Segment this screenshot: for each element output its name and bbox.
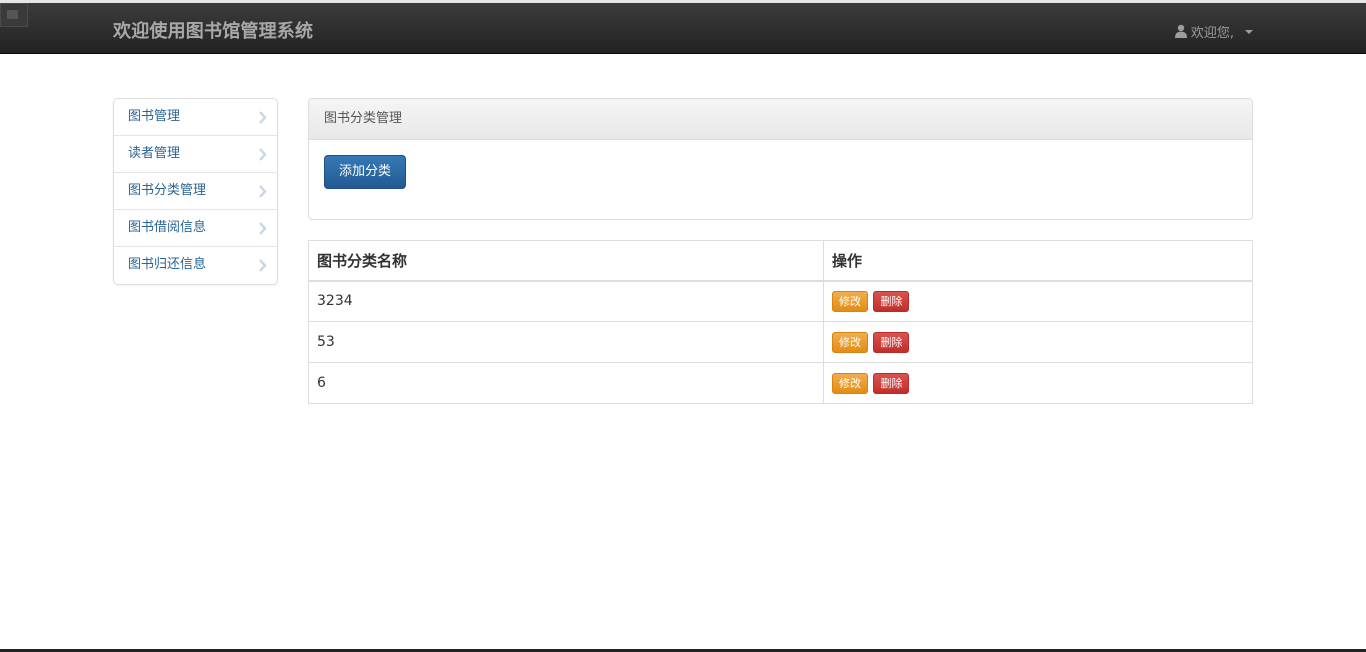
table-header-row: 图书分类名称 操作	[308, 240, 1253, 282]
sidebar-item-label: 读者管理	[128, 146, 181, 161]
sidebar-item-label: 图书归还信息	[128, 257, 207, 272]
actions-cell: 修改 删除	[823, 321, 1253, 363]
edit-button[interactable]: 修改	[832, 372, 868, 394]
sidebar-item-category-management[interactable]: 图书分类管理	[114, 173, 277, 210]
table-row: 3234 修改 删除	[308, 280, 1253, 322]
caret-down-icon	[1245, 29, 1253, 34]
category-name-cell: 53	[308, 321, 824, 363]
chevron-right-icon	[259, 111, 267, 124]
edit-button[interactable]: 修改	[832, 290, 868, 312]
category-name-cell: 6	[308, 362, 824, 404]
sidebar-item-book-management[interactable]: 图书管理	[114, 99, 277, 136]
category-name-cell: 3234	[308, 280, 824, 322]
sidebar-item-label: 图书管理	[128, 109, 181, 124]
panel-title: 图书分类管理	[309, 99, 1252, 140]
user-greeting: 欢迎您,	[1190, 25, 1234, 41]
add-category-button[interactable]: 添加分类	[324, 155, 406, 189]
column-header-category-name: 图书分类名称	[308, 240, 824, 282]
navbar: 欢迎使用图书馆管理系统 欢迎您,	[0, 3, 1366, 54]
brand-title[interactable]: 欢迎使用图书馆管理系统	[113, 17, 313, 43]
sidebar-item-label: 图书借阅信息	[128, 220, 207, 235]
delete-button[interactable]: 删除	[873, 331, 910, 353]
delete-button[interactable]: 删除	[873, 290, 910, 312]
chevron-right-icon	[259, 259, 267, 272]
sidebar-item-borrow-info[interactable]: 图书借阅信息	[114, 210, 277, 247]
user-icon	[1174, 24, 1187, 38]
category-table: 图书分类名称 操作 3234 修改 删除 53 修改 删除 6 修改 删除	[308, 240, 1253, 404]
table-row: 53 修改 删除	[308, 321, 1253, 363]
sidebar-item-return-info[interactable]: 图书归还信息	[114, 247, 277, 284]
edit-button[interactable]: 修改	[832, 331, 868, 353]
table-row: 6 修改 删除	[308, 362, 1253, 404]
sidebar-item-reader-management[interactable]: 读者管理	[114, 136, 277, 173]
chevron-right-icon	[259, 222, 267, 235]
actions-cell: 修改 删除	[823, 280, 1253, 322]
chevron-right-icon	[259, 185, 267, 198]
chevron-right-icon	[259, 148, 267, 161]
delete-button[interactable]: 删除	[873, 372, 910, 394]
sidebar-item-label: 图书分类管理	[128, 183, 207, 198]
actions-cell: 修改 删除	[823, 362, 1253, 404]
window-corner-icon	[0, 3, 28, 27]
sidebar-nav: 图书管理 读者管理 图书分类管理 图书借阅信息 图书归还信息	[113, 98, 278, 285]
category-panel: 图书分类管理 添加分类	[308, 98, 1253, 220]
column-header-actions: 操作	[823, 240, 1253, 282]
user-menu-dropdown[interactable]: 欢迎您,	[1174, 21, 1253, 41]
